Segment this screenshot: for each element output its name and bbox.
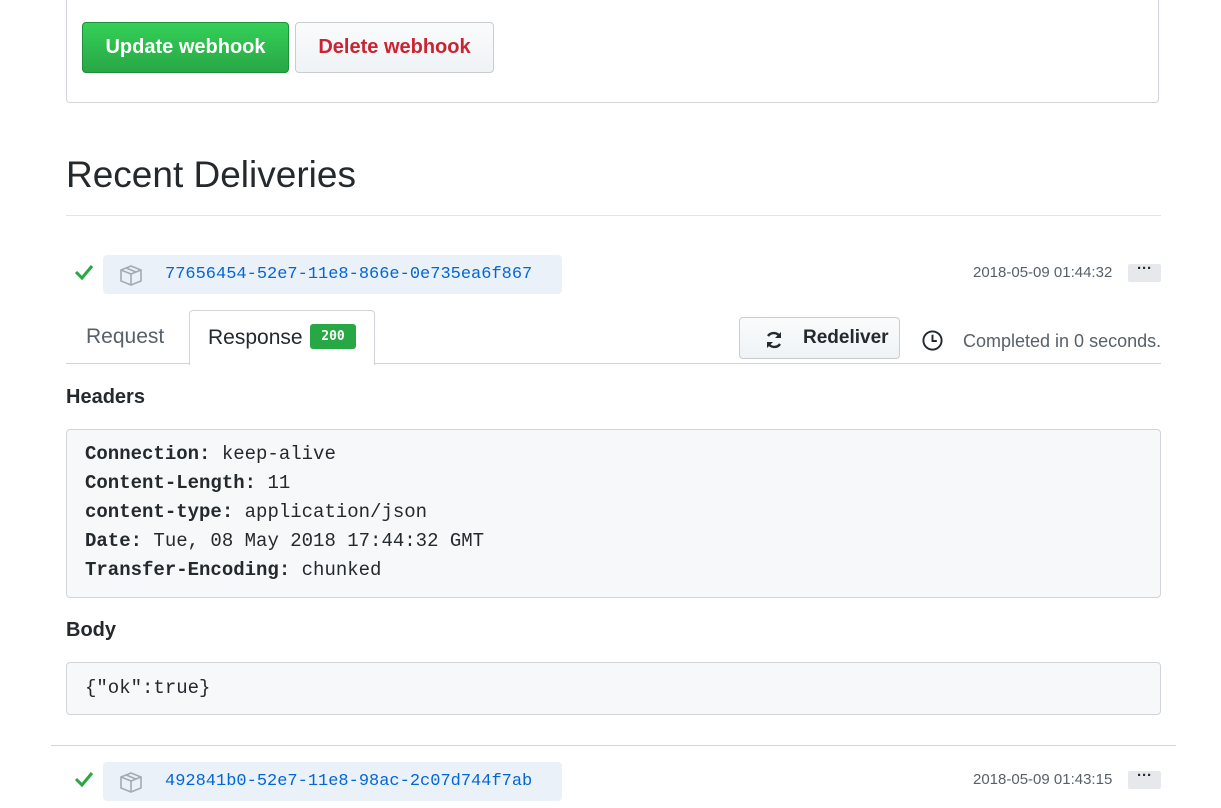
delivery-separator — [51, 745, 1176, 746]
sync-icon — [766, 331, 782, 349]
delivery-guid: 77656454-52e7-11e8-866e-0e735ea6f867 — [165, 265, 533, 284]
body-code-block: {"ok":true} — [66, 662, 1161, 715]
redeliver-button[interactable]: Redeliver — [739, 317, 900, 359]
status-code-badge: 200 — [310, 324, 356, 349]
header-line: content-type: application/json — [85, 500, 1142, 529]
header-line: Transfer-Encoding: chunked — [85, 558, 1142, 587]
delivery-menu-button[interactable]: ··· — [1128, 768, 1161, 789]
tab-request[interactable]: Request — [86, 325, 164, 349]
clock-icon — [922, 330, 943, 351]
redeliver-label: Redeliver — [803, 327, 889, 348]
tab-response-label: Response — [208, 326, 303, 349]
delete-webhook-button[interactable]: Delete webhook — [295, 22, 494, 73]
header-line: Date: Tue, 08 May 2018 17:44:32 GMT — [85, 529, 1142, 558]
delivery-timestamp: 2018-05-09 01:44:32 — [973, 264, 1113, 281]
headers-code-block: Connection: keep-alive Content-Length: 1… — [66, 429, 1161, 598]
header-value: keep-alive — [221, 443, 336, 465]
headers-heading: Headers — [66, 386, 145, 408]
header-line: Content-Length: 11 — [85, 471, 1142, 500]
body-heading: Body — [66, 619, 116, 641]
header-key: Content-Length: — [85, 472, 257, 494]
header-key: Date: — [85, 530, 143, 552]
divider — [66, 215, 1161, 216]
check-icon — [74, 265, 94, 281]
header-value: chunked — [301, 559, 382, 581]
header-value: Tue, 08 May 2018 17:44:32 GMT — [153, 530, 485, 552]
delivery-guid-link[interactable]: 77656454-52e7-11e8-866e-0e735ea6f867 — [103, 255, 562, 294]
page-title: Recent Deliveries — [66, 154, 356, 195]
delivery-guid-link[interactable]: 492841b0-52e7-11e8-98ac-2c07d744f7ab — [103, 762, 562, 801]
delivery-guid: 492841b0-52e7-11e8-98ac-2c07d744f7ab — [165, 772, 533, 791]
package-icon — [120, 265, 142, 286]
header-key: Transfer-Encoding: — [85, 559, 291, 581]
package-icon — [120, 772, 142, 793]
update-webhook-button[interactable]: Update webhook — [82, 22, 289, 73]
delivery-menu-button[interactable]: ··· — [1128, 261, 1161, 282]
completed-status: Completed in 0 seconds. — [963, 331, 1162, 351]
header-line: Connection: keep-alive — [85, 442, 1142, 471]
header-key: Connection: — [85, 443, 211, 465]
header-value: application/json — [244, 501, 428, 523]
header-key: content-type: — [85, 501, 234, 523]
header-value: 11 — [267, 472, 291, 494]
tab-response[interactable]: Response 200 — [189, 310, 375, 365]
delivery-timestamp: 2018-05-09 01:43:15 — [973, 771, 1113, 788]
check-icon — [74, 772, 94, 788]
